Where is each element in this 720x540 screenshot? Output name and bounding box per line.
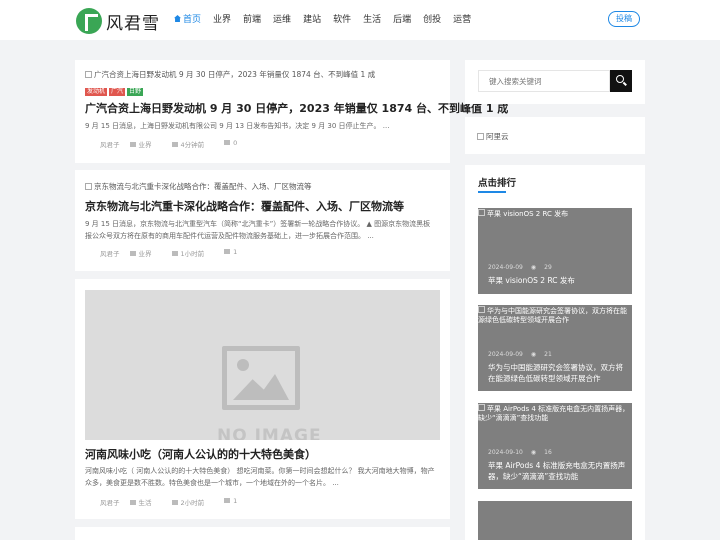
nav-item-life[interactable]: 生活	[363, 14, 381, 28]
no-image-text: NO IMAGE	[217, 426, 322, 440]
nav-item-venture[interactable]: 创投	[423, 14, 441, 28]
post-time: 4分钟前	[171, 139, 215, 149]
category-icon	[129, 500, 136, 505]
broken-image-icon	[477, 133, 484, 140]
post-time: 1小时前	[171, 248, 215, 258]
category-icon	[129, 142, 136, 147]
post-category[interactable]: 生活	[129, 497, 162, 507]
tag-gac[interactable]: 广汽	[109, 88, 126, 96]
post-card: 京东物流与北汽重卡深化战略合作：覆盖配件、入场、厂区物流等 京东物流与北汽重卡深…	[75, 170, 450, 271]
logo-icon	[76, 8, 102, 34]
broken-image-icon	[478, 404, 485, 411]
broken-image-icon	[478, 306, 485, 313]
post-thumbnail[interactable]: 广汽合资上海日野发动机 9 月 30 日停产，2023 年销量仅 1874 台、…	[85, 69, 375, 80]
rank-widget: 点击排行 苹果 visionOS 2 RC 发布 2024-09-09 ◉ 29 苹…	[465, 165, 645, 540]
post-title[interactable]: 京东物流与北汽重卡深化战略合作：覆盖配件、入场、厂区物流等	[85, 198, 404, 214]
rank-meta: 2024-09-09 ◉ 21	[488, 351, 552, 358]
rank-item[interactable]: 苹果 AirPods 4 标准版充电盒无内置扬声器，缺少“滴滴滴”查找功能 20…	[478, 403, 632, 489]
site-name: 风君雪	[106, 14, 160, 34]
category-icon	[129, 251, 136, 256]
rank-item[interactable]: 华为与中国能源研究会签署协议，双方将在能源绿色低碳转型领域开展合作 2024-0…	[478, 305, 632, 391]
post-category[interactable]: 业界	[129, 248, 162, 258]
rank-item[interactable]	[478, 501, 632, 540]
rank-item-title[interactable]: 苹果 AirPods 4 标准版充电盒无内置扬声器，缺少“滴滴滴”查找功能	[488, 460, 628, 482]
nav-item-backend[interactable]: 后端	[393, 14, 411, 28]
rank-title: 点击排行	[478, 178, 517, 189]
rank-thumbnail-alt: 华为与中国能源研究会签署协议，双方将在能源绿色低碳转型领域开展合作	[478, 306, 627, 324]
post-author[interactable]: 风君子	[100, 497, 120, 507]
clock-icon	[171, 251, 178, 256]
post-title[interactable]: 河南风味小吃（河南人公认的的十大特色美食）	[85, 446, 316, 462]
ad-widget: 阿里云	[465, 117, 645, 154]
rank-title-underline	[478, 191, 506, 193]
rank-meta: 2024-09-10 ◉ 16	[488, 449, 552, 456]
post-category[interactable]: 业界	[129, 139, 162, 149]
clock-icon	[171, 500, 178, 505]
home-icon	[174, 15, 181, 22]
search-input[interactable]	[478, 70, 610, 92]
eye-icon: ◉	[530, 449, 537, 456]
tag-engine[interactable]: 发动机	[85, 88, 108, 96]
nav-item-industry[interactable]: 业界	[213, 14, 231, 28]
nav-item-operation[interactable]: 运营	[453, 14, 471, 28]
eye-icon	[224, 249, 231, 254]
rank-item[interactable]: 苹果 visionOS 2 RC 发布 2024-09-09 ◉ 29 苹果 vis…	[478, 208, 632, 294]
post-tags: 发动机 广汽 日野	[85, 88, 145, 96]
rank-item-title[interactable]: 华为与中国能源研究会签署协议，双方将在能源绿色低碳转型领域开展合作	[488, 362, 628, 384]
rank-thumbnail-alt: 苹果 AirPods 4 标准版充电盒无内置扬声器，缺少“滴滴滴”查找功能	[478, 404, 630, 422]
eye-icon	[224, 140, 231, 145]
post-card	[75, 527, 450, 540]
nav-item-software[interactable]: 软件	[333, 14, 351, 28]
clock-icon	[171, 142, 178, 147]
rank-item-title[interactable]: 苹果 visionOS 2 RC 发布	[488, 275, 628, 286]
nav-item-sitebuilding[interactable]: 建站	[303, 14, 321, 28]
broken-image-icon	[478, 209, 485, 216]
main-nav: 首页 业界 前端 运维 建站 软件 生活 后端 创投 运营	[174, 14, 483, 28]
eye-icon	[224, 498, 231, 503]
site-header: 风君雪 首页 业界 前端 运维 建站 软件 生活 后端 创投 运营 投稿	[0, 0, 720, 40]
post-views: 1	[224, 497, 247, 507]
post-excerpt: 河南风味小吃（ 河南人公认的的十大特色美食） 想吃河南菜。你第一时间会想起什么？…	[85, 467, 435, 487]
site-logo[interactable]: 风君雪	[76, 8, 159, 34]
post-views: 1	[224, 248, 247, 258]
post-thumbnail-placeholder[interactable]: NO IMAGE	[85, 290, 440, 440]
eye-icon: ◉	[530, 351, 537, 358]
post-title[interactable]: 广汽合资上海日野发动机 9 月 30 日停产，2023 年销量仅 1874 台、…	[85, 100, 508, 116]
eye-icon: ◉	[530, 264, 537, 271]
nav-item-ops[interactable]: 运维	[273, 14, 291, 28]
search-button[interactable]	[610, 70, 632, 92]
post-card: NO IMAGE 河南风味小吃（河南人公认的的十大特色美食） 河南风味小吃（ 河…	[75, 279, 450, 519]
nav-item-home[interactable]: 首页	[174, 14, 201, 28]
post-author[interactable]: 风君子	[100, 248, 120, 258]
post-meta: 风君子 业界 4分钟前 0	[100, 139, 257, 149]
rank-meta: 2024-09-09 ◉ 29	[488, 264, 552, 271]
post-author[interactable]: 风君子	[100, 139, 120, 149]
post-thumbnail[interactable]: 京东物流与北汽重卡深化战略合作：覆盖配件、入场、厂区物流等	[85, 181, 312, 192]
post-excerpt: 9 月 15 日消息，上海日野发动机有限公司 9 月 13 日发布告知书，决定 …	[85, 122, 390, 130]
rank-thumbnail-alt: 苹果 visionOS 2 RC 发布	[478, 209, 632, 219]
nav-item-frontend[interactable]: 前端	[243, 14, 261, 28]
post-excerpt: 9 月 15 日消息，京东物流与北汽重型汽车（简称“北汽重卡”）签署新一轮战略合…	[85, 220, 431, 240]
post-meta: 风君子 生活 2小时前 1	[100, 497, 257, 507]
submit-post-button[interactable]: 投稿	[608, 11, 640, 27]
post-meta: 风君子 业界 1小时前 1	[100, 248, 257, 258]
post-card: 广汽合资上海日野发动机 9 月 30 日停产，2023 年销量仅 1874 台、…	[75, 60, 508, 163]
post-time: 2小时前	[171, 497, 215, 507]
ad-banner[interactable]: 阿里云	[477, 131, 509, 142]
image-placeholder-icon	[222, 346, 300, 410]
broken-image-icon	[85, 183, 92, 190]
broken-image-icon	[85, 71, 92, 78]
search-widget	[465, 60, 645, 104]
post-views: 0	[224, 139, 247, 149]
tag-hino[interactable]: 日野	[127, 88, 144, 96]
